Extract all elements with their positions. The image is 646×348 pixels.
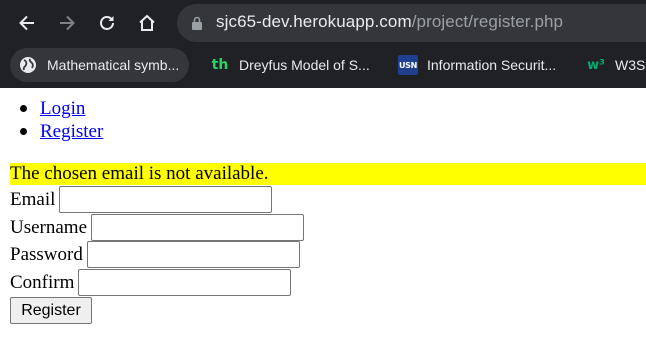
error-message: The chosen email is not available. [10,163,646,185]
email-label: Email [10,189,56,210]
password-row: Password [10,241,300,268]
register-button[interactable]: Register [10,297,92,324]
bookmark-label: Dreyfus Model of S... [239,57,370,73]
forward-button[interactable] [52,8,82,38]
url-host: sjc65-dev.herokuapp.com [216,12,412,31]
back-button[interactable] [12,8,42,38]
email-row: Email [10,186,273,213]
bookmark-w3schools[interactable]: w³ W3S [578,48,646,82]
bookmarks-bar: Mathematical symb... th Dreyfus Model of… [0,45,646,88]
password-field[interactable] [86,241,300,268]
login-link[interactable]: Login [40,98,85,119]
confirm-password-field[interactable] [78,269,292,296]
confirm-row: Confirm [10,269,292,296]
url-path: /project/register.php [411,12,564,31]
w3schools-logo-icon: w³ [587,57,605,73]
reload-icon [100,16,114,30]
url-text: sjc65-dev.herokuapp.com/project/register… [216,12,563,32]
nav-item-register: Register [19,120,103,143]
bookmark-label: Mathematical symb... [47,57,180,73]
nav-item-login: Login [19,97,103,120]
bookmark-information-security[interactable]: USN Information Securit... [390,48,566,82]
bookmark-dreyfus-model[interactable]: th Dreyfus Model of S... [202,48,380,82]
lock-icon [192,16,202,30]
reload-button[interactable] [92,8,122,38]
username-label: Username [10,217,88,238]
bookmark-label: W3S [615,57,646,73]
th-logo-icon: th [211,57,229,73]
bookmark-mathematical-symbols[interactable]: Mathematical symb... [10,48,190,82]
email-field[interactable] [59,186,273,213]
password-label: Password [10,244,83,265]
globe-icon [18,55,38,75]
browser-toolbar: sjc65-dev.herokuapp.com/project/register… [0,0,646,45]
bookmark-label: Information Securit... [427,57,557,73]
page-content: Login Register The chosen email is not a… [0,88,646,348]
username-row: Username [10,214,305,241]
address-bar[interactable]: sjc65-dev.herokuapp.com/project/register… [177,4,646,42]
home-icon [139,14,155,31]
usn-logo-icon: USN [398,55,418,75]
home-button[interactable] [132,8,162,38]
arrow-right-icon [60,15,75,31]
register-link[interactable]: Register [40,121,103,142]
arrow-left-icon [19,15,34,31]
nav-menu: Login Register [19,97,103,143]
confirm-label: Confirm [10,272,75,293]
username-field[interactable] [91,214,305,241]
